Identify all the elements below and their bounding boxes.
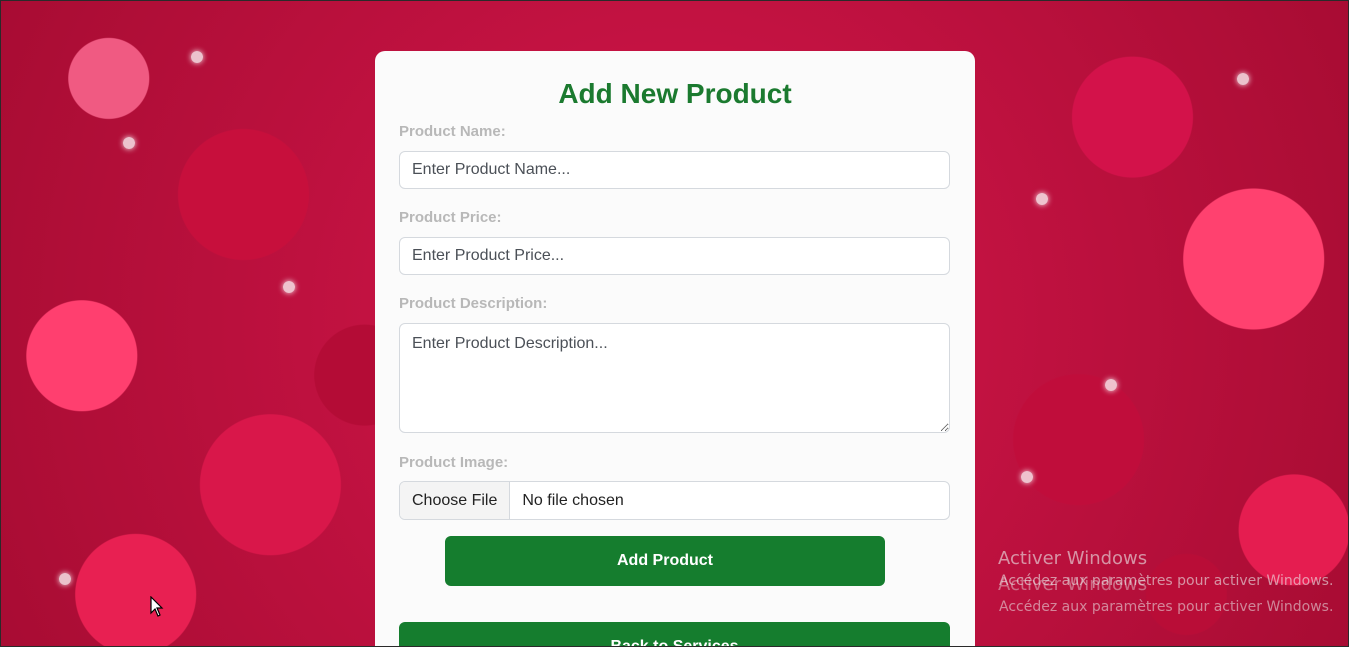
product-image-label: Product Image: bbox=[399, 454, 509, 471]
windows-activation-subtitle-echo: Accédez aux paramètres pour activer Wind… bbox=[999, 599, 1334, 615]
windows-activation-title-echo: Activer Windows bbox=[998, 574, 1148, 595]
sparkle-decoration bbox=[123, 137, 135, 149]
choose-file-button[interactable]: Choose File bbox=[400, 482, 511, 519]
back-to-services-button[interactable]: Back to Services bbox=[399, 622, 950, 646]
form-title: Add New Product bbox=[558, 78, 792, 109]
product-image-file-input[interactable]: Choose File No file chosen bbox=[399, 481, 950, 520]
mouse-cursor-icon bbox=[150, 596, 164, 617]
product-description-label: Product Description: bbox=[399, 295, 548, 312]
add-product-button[interactable]: Add Product bbox=[445, 536, 885, 586]
product-price-label: Product Price: bbox=[399, 209, 502, 226]
file-status-text: No file chosen bbox=[522, 491, 624, 509]
sparkle-decoration bbox=[59, 573, 71, 585]
windows-activation-title: Activer Windows bbox=[998, 548, 1148, 569]
sparkle-decoration bbox=[1036, 193, 1048, 205]
product-price-input[interactable] bbox=[399, 237, 950, 275]
sparkle-decoration bbox=[1105, 379, 1117, 391]
add-product-form: Add New Product Product Name: Product Pr… bbox=[375, 51, 975, 646]
sparkle-decoration bbox=[283, 281, 295, 293]
page-background: Add New Product Product Name: Product Pr… bbox=[0, 0, 1349, 647]
sparkle-decoration bbox=[191, 51, 203, 63]
product-name-input[interactable] bbox=[399, 151, 950, 189]
product-description-textarea[interactable] bbox=[399, 323, 950, 433]
sparkle-decoration bbox=[1021, 471, 1033, 483]
sparkle-decoration bbox=[1237, 73, 1249, 85]
product-name-label: Product Name: bbox=[399, 123, 506, 140]
